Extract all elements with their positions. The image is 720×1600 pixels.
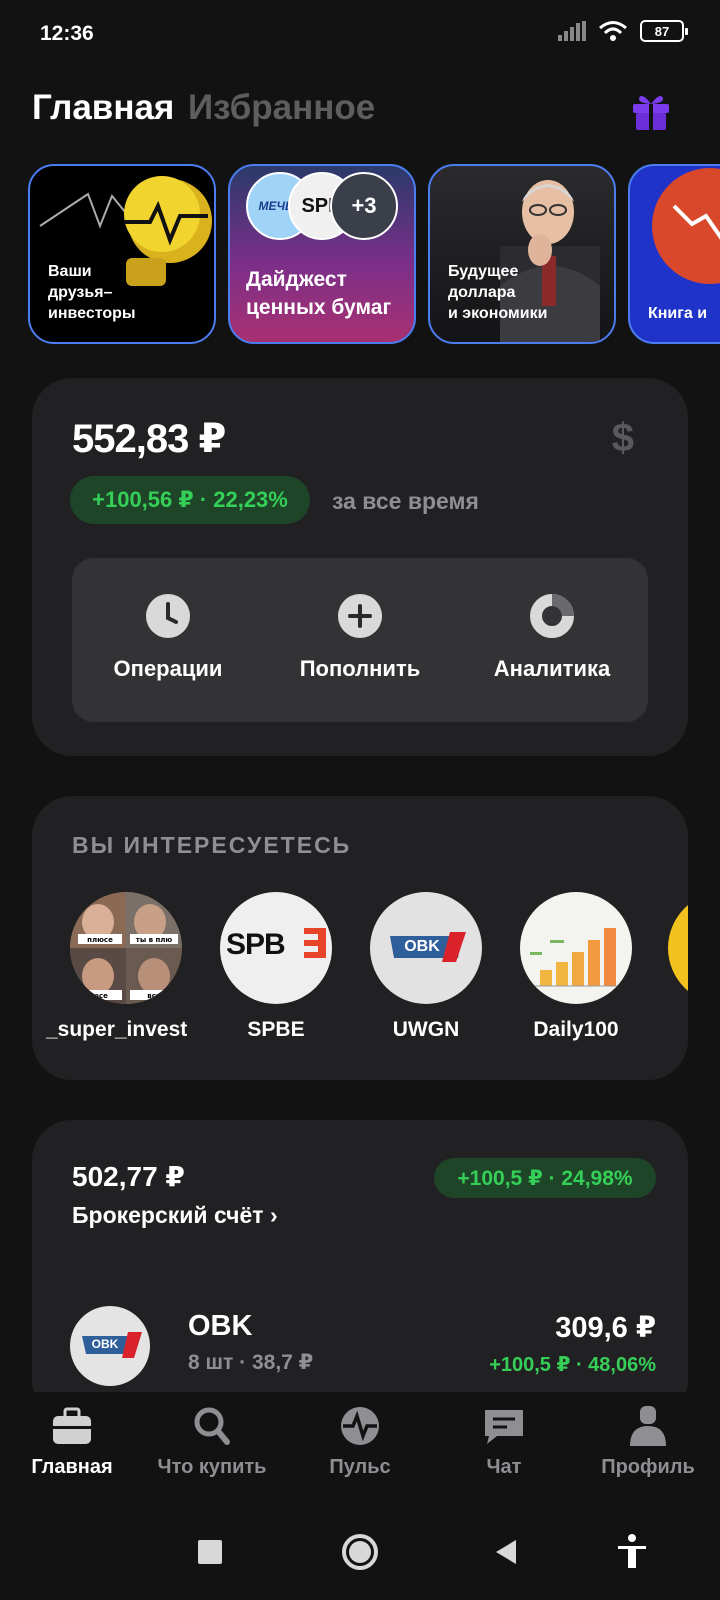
clock-icon bbox=[146, 594, 190, 638]
nav-home[interactable]: Главная bbox=[0, 1404, 144, 1479]
position-quantity: 8 шт · 38,7 ₽ bbox=[188, 1351, 314, 1374]
obk-logo-text: OBK bbox=[404, 938, 440, 955]
nav-chat[interactable]: Чат bbox=[432, 1404, 576, 1479]
profile-icon bbox=[630, 1406, 666, 1446]
svg-text:юсе: юсе bbox=[92, 992, 108, 1000]
story-label: Книга и bbox=[648, 305, 708, 322]
analytics-label: Аналитика bbox=[493, 656, 611, 681]
status-icons: 87 bbox=[558, 20, 688, 42]
tab-main[interactable]: Главная bbox=[32, 88, 174, 128]
interest-label: SPBE bbox=[247, 1018, 305, 1041]
status-bar: 12:36 87 bbox=[0, 0, 720, 70]
position-logo-text: OBK bbox=[91, 1337, 119, 1351]
stories-carousel[interactable]: Ваши друзья– инвесторы МЕЧЕЛ SPB +3 Дайд… bbox=[28, 164, 720, 344]
more-badge: +3 bbox=[330, 172, 398, 240]
account-value: 502,77 ₽ bbox=[72, 1161, 185, 1192]
plus-icon bbox=[338, 594, 382, 638]
interest-super-invest-avatar[interactable]: плюсе ты в плю юсе всп bbox=[70, 892, 182, 1004]
analytics-button[interactable]: Аналитика bbox=[456, 558, 648, 722]
nav-label: Профиль bbox=[601, 1456, 695, 1478]
position-change: +100,5 ₽ · 48,06% bbox=[489, 1354, 656, 1376]
wifi-icon bbox=[599, 21, 627, 41]
story-book[interactable]: Книга и bbox=[628, 164, 720, 344]
interest-label: Daily100 bbox=[533, 1018, 619, 1041]
nav-label: Чат bbox=[486, 1456, 522, 1478]
portfolio-change-badge: +100,56 ₽ · 22,23% bbox=[70, 476, 310, 524]
interest-spbe-logo[interactable]: SPB bbox=[220, 892, 332, 1004]
interests-card: ВЫ ИНТЕРЕСУЕТЕСЬ плюсе ты в плю юсе всп … bbox=[32, 796, 688, 1080]
actions-panel: Операции Пополнить Аналитика bbox=[72, 558, 648, 722]
header: Главная Избранное bbox=[32, 88, 672, 138]
position-logo: OBK bbox=[70, 1306, 150, 1386]
nav-label: Пульс bbox=[329, 1456, 391, 1478]
status-time: 12:36 bbox=[40, 22, 94, 45]
chat-icon bbox=[485, 1410, 523, 1444]
account-change-badge: +100,5 ₽ · 24,98% bbox=[434, 1158, 656, 1198]
account-name-link[interactable]: Брокерский счёт › bbox=[72, 1202, 278, 1229]
top-up-button[interactable]: Пополнить bbox=[264, 558, 456, 722]
portfolio-card: 552,83 ₽ $ +100,56 ₽ · 22,23% за все вре… bbox=[32, 378, 688, 756]
nav-label: Главная bbox=[31, 1456, 113, 1478]
pulse-icon bbox=[341, 1407, 379, 1445]
recents-icon[interactable] bbox=[188, 1530, 232, 1574]
gift-icon[interactable] bbox=[630, 90, 672, 132]
position-price: 309,6 ₽ bbox=[555, 1312, 656, 1344]
period-label[interactable]: за все время bbox=[332, 488, 479, 515]
interests-title: ВЫ ИНТЕРЕСУЕТЕСЬ bbox=[72, 832, 352, 858]
top-up-label: Пополнить bbox=[299, 656, 421, 681]
signal-icon bbox=[558, 21, 586, 41]
story-friends-investors[interactable]: Ваши друзья– инвесторы bbox=[28, 164, 216, 344]
interest-label: _super_invest bbox=[46, 1018, 188, 1041]
search-icon bbox=[194, 1407, 230, 1445]
interest-next-avatar[interactable] bbox=[668, 892, 688, 1004]
story-label: Будущее доллара и экономики bbox=[448, 263, 548, 322]
tab-favorites[interactable]: Избранное bbox=[188, 88, 375, 128]
coins-chart-image bbox=[530, 928, 620, 987]
back-icon[interactable] bbox=[484, 1530, 528, 1574]
interest-daily100-avatar[interactable] bbox=[520, 892, 632, 1004]
meme-image: плюсе ты в плю юсе всп bbox=[70, 892, 182, 1004]
interest-label: UWGN bbox=[392, 1018, 460, 1041]
bottom-navigation: Главная Что купить Пульс Чат Профиль bbox=[0, 1392, 720, 1500]
operations-button[interactable]: Операции bbox=[72, 558, 264, 722]
spbe-logo-text: SPB bbox=[226, 928, 286, 961]
svg-text:плюсе: плюсе bbox=[87, 936, 113, 944]
story-dollar-future[interactable]: Будущее доллара и экономики bbox=[428, 164, 616, 344]
nav-what-to-buy[interactable]: Что купить bbox=[140, 1404, 284, 1479]
nav-label: Что купить bbox=[157, 1456, 267, 1478]
operations-label: Операции bbox=[113, 656, 223, 681]
svg-text:ты в плю: ты в плю bbox=[136, 936, 173, 944]
home-icon[interactable] bbox=[338, 1530, 382, 1574]
system-navigation bbox=[0, 1500, 720, 1600]
accessibility-icon[interactable] bbox=[610, 1530, 654, 1574]
story-label: Ваши друзья– инвесторы bbox=[48, 263, 136, 322]
interest-uwgn-logo[interactable]: OBK bbox=[370, 892, 482, 1004]
spbe-logo-mark bbox=[304, 928, 326, 958]
story-label: Дайджест ценных бумаг bbox=[246, 268, 392, 319]
story-digest[interactable]: МЕЧЕЛ SPB +3 Дайджест ценных бумаг bbox=[228, 164, 416, 344]
pie-chart-icon bbox=[530, 594, 574, 638]
nav-pulse[interactable]: Пульс bbox=[288, 1404, 432, 1479]
nav-profile[interactable]: Профиль bbox=[576, 1404, 720, 1479]
position-name: OBK bbox=[188, 1310, 253, 1342]
briefcase-icon bbox=[53, 1407, 91, 1444]
svg-text:всп: всп bbox=[147, 992, 161, 1000]
battery-indicator: 87 bbox=[640, 20, 688, 42]
currency-toggle-icon[interactable]: $ bbox=[612, 416, 634, 461]
broker-account-card[interactable]: 502,77 ₽ Брокерский счёт › +100,5 ₽ · 24… bbox=[32, 1120, 688, 1420]
portfolio-total: 552,83 ₽ bbox=[72, 417, 226, 461]
